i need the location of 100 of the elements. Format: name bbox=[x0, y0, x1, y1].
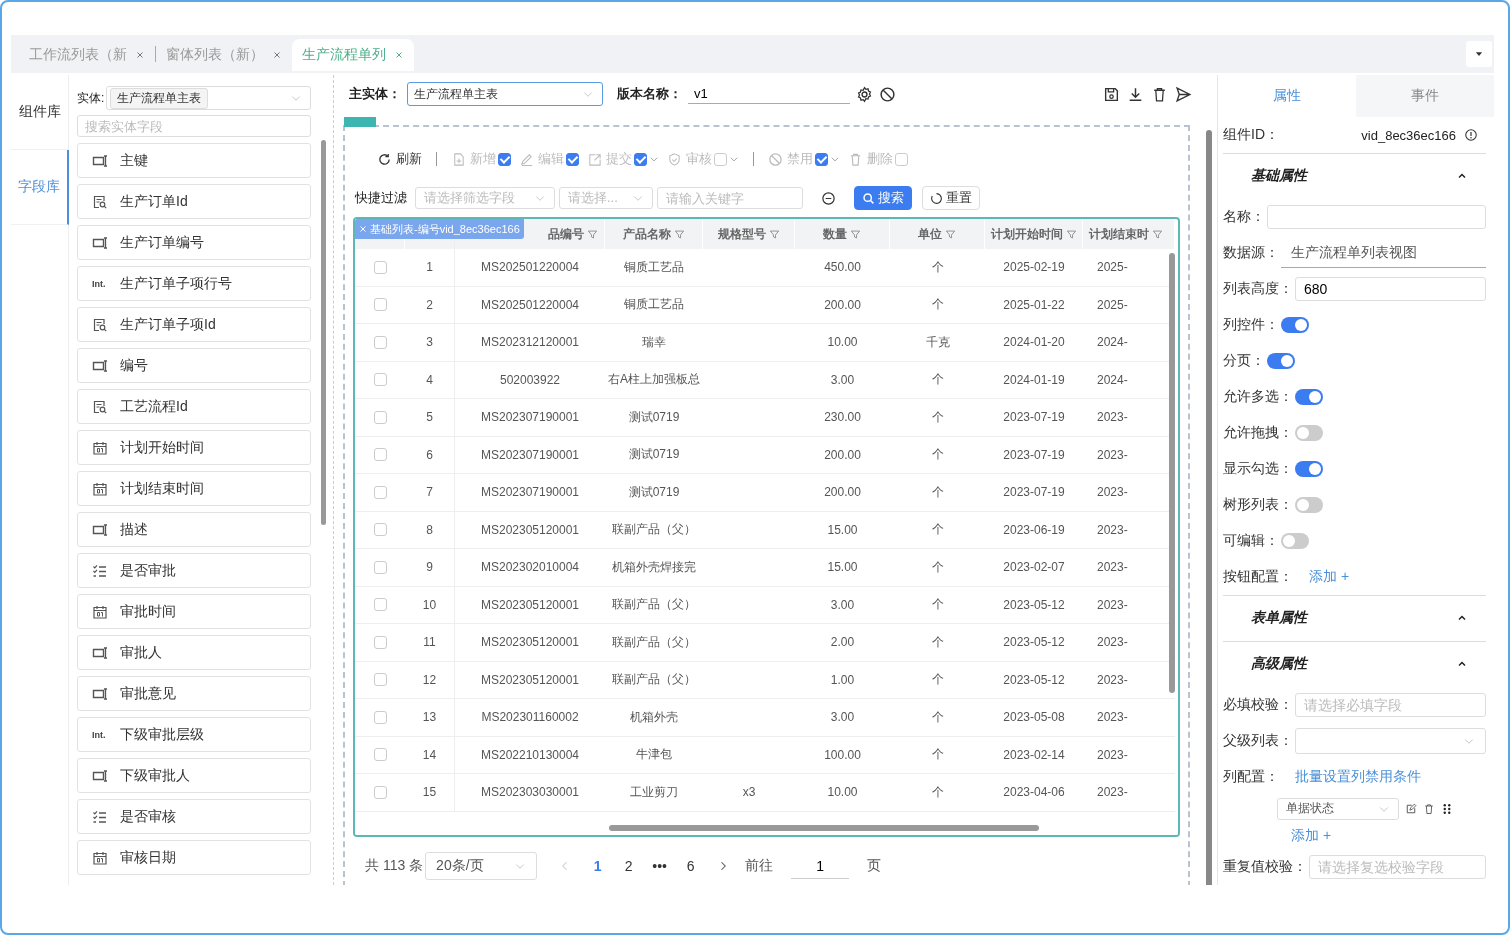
keyword-field[interactable]: 请输入关键字 bbox=[657, 187, 803, 209]
field-item[interactable]: 生产订单Id bbox=[77, 184, 311, 219]
entity-select[interactable]: 生产流程单主表 bbox=[106, 86, 311, 110]
scrollbar-thumb[interactable] bbox=[321, 140, 326, 525]
download-icon[interactable] bbox=[1127, 85, 1144, 103]
row-checkbox[interactable] bbox=[373, 710, 387, 724]
page-button[interactable]: ••• bbox=[649, 858, 671, 874]
field-item[interactable]: 是否审核 bbox=[77, 799, 311, 834]
filter-icon[interactable] bbox=[1152, 228, 1163, 240]
row-checkbox[interactable] bbox=[373, 373, 387, 387]
search-button[interactable]: 搜索 bbox=[854, 186, 912, 210]
toggle-switch[interactable] bbox=[1295, 425, 1323, 441]
field-item[interactable]: 审批时间 bbox=[77, 594, 311, 629]
filter-icon[interactable] bbox=[850, 228, 861, 240]
search-field[interactable]: 搜索实体字段 bbox=[77, 115, 311, 137]
edit-icon[interactable] bbox=[1405, 802, 1417, 815]
column-header[interactable]: 单位 bbox=[890, 219, 985, 249]
input-field[interactable]: 请选择必填字段 bbox=[1295, 693, 1486, 717]
row-checkbox[interactable] bbox=[373, 260, 387, 274]
filter-icon[interactable] bbox=[1065, 228, 1077, 240]
visibility-checkbox[interactable] bbox=[714, 152, 727, 166]
row-checkbox[interactable] bbox=[373, 560, 387, 574]
input-field[interactable]: 请选择复选校验字段 bbox=[1309, 855, 1486, 879]
row-checkbox[interactable] bbox=[373, 485, 387, 499]
toggle-switch[interactable] bbox=[1281, 533, 1309, 549]
main-entity-select[interactable]: 生产流程单主表 bbox=[407, 82, 603, 106]
row-checkbox[interactable] bbox=[373, 448, 387, 462]
visibility-checkbox[interactable] bbox=[815, 152, 828, 166]
visibility-checkbox[interactable] bbox=[895, 152, 908, 166]
scrollbar-thumb[interactable] bbox=[1169, 253, 1175, 693]
field-item[interactable]: 生产订单子项Id bbox=[77, 307, 311, 342]
filter-icon[interactable] bbox=[945, 228, 956, 240]
page-button[interactable]: 1 bbox=[587, 858, 609, 874]
close-icon[interactable] bbox=[135, 50, 145, 60]
panel-tab[interactable]: 属性 bbox=[1218, 75, 1356, 117]
delete-icon[interactable] bbox=[1423, 802, 1435, 815]
row-checkbox[interactable] bbox=[373, 785, 387, 799]
field-item[interactable]: 审批意见 bbox=[77, 676, 311, 711]
field-item[interactable]: 是否审批 bbox=[77, 553, 311, 588]
field-item[interactable]: 描述 bbox=[77, 512, 311, 547]
field-item[interactable]: 编号 bbox=[77, 348, 311, 383]
field-item[interactable]: 生产订单编号 bbox=[77, 225, 311, 260]
collapse-icon[interactable] bbox=[821, 190, 836, 206]
column-header[interactable]: 规格型号 bbox=[703, 219, 795, 249]
info-icon[interactable] bbox=[1464, 128, 1478, 142]
select-field[interactable] bbox=[1295, 728, 1486, 754]
toggle-switch[interactable] bbox=[1295, 497, 1323, 513]
close-icon[interactable] bbox=[394, 50, 404, 60]
column-header[interactable]: 计划结束时 bbox=[1083, 219, 1175, 249]
visibility-checkbox[interactable] bbox=[634, 152, 647, 166]
filter-icon[interactable] bbox=[587, 228, 598, 240]
field-item[interactable]: 计划开始时间 bbox=[77, 430, 311, 465]
page-size-select[interactable]: 20条/页 bbox=[425, 852, 538, 880]
field-item[interactable]: Int. 生产订单子项行号 bbox=[77, 266, 311, 301]
sidebar-tab[interactable]: 字段库 bbox=[11, 150, 69, 225]
toggle-switch[interactable] bbox=[1295, 461, 1323, 477]
field-item[interactable]: 计划结束时间 bbox=[77, 471, 311, 506]
save-icon[interactable] bbox=[1103, 85, 1120, 103]
section-header[interactable]: 表单属性 bbox=[1223, 595, 1486, 641]
row-checkbox[interactable] bbox=[373, 635, 387, 649]
input-field[interactable] bbox=[1267, 205, 1486, 229]
field-item[interactable]: 审核日期 bbox=[77, 840, 311, 875]
row-checkbox[interactable] bbox=[373, 298, 387, 312]
field-item[interactable]: 审批人 bbox=[77, 635, 311, 670]
toggle-switch[interactable] bbox=[1267, 353, 1295, 369]
visibility-checkbox[interactable] bbox=[566, 152, 579, 166]
sidebar-tab[interactable]: 组件库 bbox=[11, 75, 68, 150]
scrollbar-thumb[interactable] bbox=[609, 825, 1039, 831]
section-header[interactable]: 高级属性 bbox=[1223, 641, 1486, 687]
section-header[interactable]: 基础属性 bbox=[1223, 154, 1486, 199]
row-checkbox[interactable] bbox=[373, 523, 387, 537]
column-header[interactable]: 数量 bbox=[795, 219, 890, 249]
column-select[interactable]: 单据状态 bbox=[1277, 797, 1399, 820]
field-item[interactable]: 下级审批人 bbox=[77, 758, 311, 793]
delete-icon[interactable] bbox=[1151, 85, 1168, 103]
settings-icon[interactable] bbox=[856, 85, 873, 103]
field-item[interactable]: 工艺流程Id bbox=[77, 389, 311, 424]
page-button[interactable]: 6 bbox=[680, 858, 702, 874]
row-checkbox[interactable] bbox=[373, 748, 387, 762]
input-field[interactable]: 680 bbox=[1295, 277, 1486, 301]
filter-icon[interactable] bbox=[768, 228, 780, 240]
column-header[interactable]: 计划开始时间 bbox=[985, 219, 1083, 249]
row-checkbox[interactable] bbox=[373, 598, 387, 612]
batch-link[interactable]: 批量设置列禁用条件 bbox=[1295, 768, 1421, 786]
toggle-switch[interactable] bbox=[1281, 317, 1309, 333]
column-header[interactable]: 品编号 bbox=[548, 225, 598, 243]
filter-icon[interactable] bbox=[673, 228, 685, 240]
row-checkbox[interactable] bbox=[373, 673, 387, 687]
field-item[interactable]: 主键 bbox=[77, 143, 311, 178]
refresh-button[interactable]: 刷新 bbox=[377, 150, 422, 168]
chevron-icon[interactable] bbox=[830, 154, 840, 164]
chevron-icon[interactable] bbox=[729, 154, 739, 164]
ban-icon[interactable] bbox=[879, 85, 896, 103]
drag-handle-icon[interactable] bbox=[1441, 802, 1453, 815]
column-header[interactable]: 产品名称 bbox=[605, 219, 703, 249]
chevron-icon[interactable] bbox=[649, 154, 659, 164]
close-icon[interactable] bbox=[358, 224, 368, 234]
tab-menu-button[interactable] bbox=[1466, 41, 1492, 67]
send-icon[interactable] bbox=[1175, 85, 1192, 103]
page-button[interactable]: 2 bbox=[618, 858, 640, 874]
